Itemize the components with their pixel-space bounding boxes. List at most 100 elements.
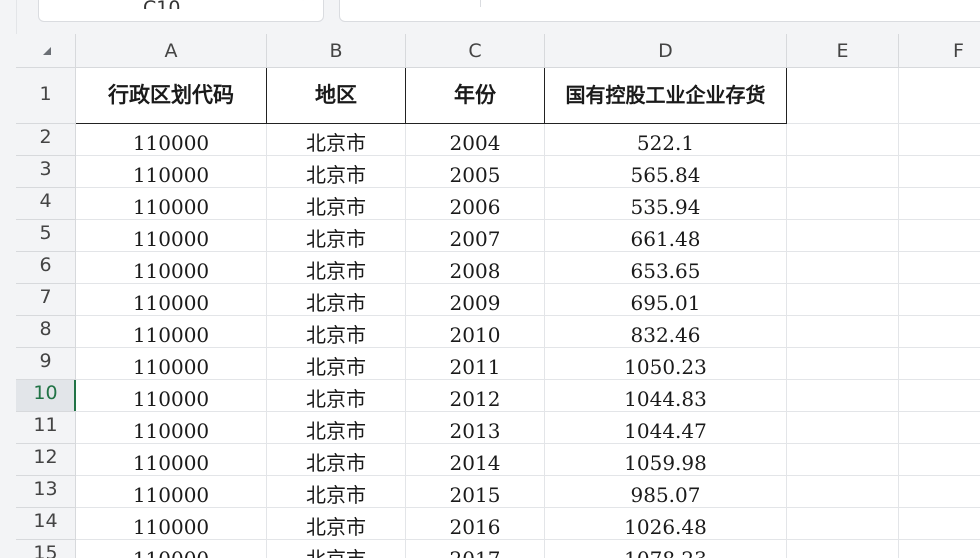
column-header-c[interactable]: C bbox=[406, 34, 545, 68]
cell-f6[interactable] bbox=[899, 252, 980, 284]
cell-a15[interactable]: 110000 bbox=[76, 540, 267, 558]
zoom-icon[interactable] bbox=[380, 0, 410, 7]
cell-d7[interactable]: 695.01 bbox=[545, 284, 787, 316]
cell-b13[interactable]: 北京市 bbox=[267, 476, 406, 508]
cell-f1[interactable] bbox=[899, 68, 980, 124]
cell-f10[interactable] bbox=[899, 380, 980, 412]
cell-b5[interactable]: 北京市 bbox=[267, 220, 406, 252]
cell-b15[interactable]: 北京市 bbox=[267, 540, 406, 558]
row-header-15[interactable]: 15 bbox=[16, 540, 76, 558]
cell-d3[interactable]: 565.84 bbox=[545, 156, 787, 188]
cell-e5[interactable] bbox=[787, 220, 899, 252]
cell-f11[interactable] bbox=[899, 412, 980, 444]
cell-b10[interactable]: 北京市 bbox=[267, 380, 406, 412]
row-header-4[interactable]: 4 bbox=[16, 188, 76, 220]
cell-f15[interactable] bbox=[899, 540, 980, 558]
column-header-f[interactable]: F bbox=[899, 34, 980, 68]
cell-f8[interactable] bbox=[899, 316, 980, 348]
column-header-a[interactable]: A bbox=[76, 34, 267, 68]
cell-d9[interactable]: 1050.23 bbox=[545, 348, 787, 380]
cell-d8[interactable]: 832.46 bbox=[545, 316, 787, 348]
cell-a10[interactable]: 110000 bbox=[76, 380, 267, 412]
cell-c2[interactable]: 2004 bbox=[406, 124, 545, 156]
cell-d11[interactable]: 1044.47 bbox=[545, 412, 787, 444]
fx-icon[interactable]: fx bbox=[432, 0, 458, 7]
cell-a8[interactable]: 110000 bbox=[76, 316, 267, 348]
row-header-13[interactable]: 13 bbox=[16, 476, 76, 508]
cell-b8[interactable]: 北京市 bbox=[267, 316, 406, 348]
cell-c11[interactable]: 2013 bbox=[406, 412, 545, 444]
formula-input[interactable]: fx bbox=[339, 0, 980, 22]
cell-e4[interactable] bbox=[787, 188, 899, 220]
cell-e3[interactable] bbox=[787, 156, 899, 188]
cell-f2[interactable] bbox=[899, 124, 980, 156]
cell-e2[interactable] bbox=[787, 124, 899, 156]
cell-b14[interactable]: 北京市 bbox=[267, 508, 406, 540]
cell-e11[interactable] bbox=[787, 412, 899, 444]
cell-f4[interactable] bbox=[899, 188, 980, 220]
cell-d2[interactable]: 522.1 bbox=[545, 124, 787, 156]
row-header-1[interactable]: 1 bbox=[16, 68, 76, 124]
cell-d14[interactable]: 1026.48 bbox=[545, 508, 787, 540]
cell-e15[interactable] bbox=[787, 540, 899, 558]
row-header-12[interactable]: 12 bbox=[16, 444, 76, 476]
cell-d1[interactable]: 国有控股工业企业存货 bbox=[545, 68, 787, 124]
cell-a7[interactable]: 110000 bbox=[76, 284, 267, 316]
cell-b6[interactable]: 北京市 bbox=[267, 252, 406, 284]
cell-a6[interactable]: 110000 bbox=[76, 252, 267, 284]
cell-a13[interactable]: 110000 bbox=[76, 476, 267, 508]
cell-e12[interactable] bbox=[787, 444, 899, 476]
cell-a11[interactable]: 110000 bbox=[76, 412, 267, 444]
column-header-d[interactable]: D bbox=[545, 34, 787, 68]
cell-a2[interactable]: 110000 bbox=[76, 124, 267, 156]
cell-d13[interactable]: 985.07 bbox=[545, 476, 787, 508]
cell-c12[interactable]: 2014 bbox=[406, 444, 545, 476]
cell-b1[interactable]: 地区 bbox=[267, 68, 406, 124]
cell-f5[interactable] bbox=[899, 220, 980, 252]
cell-e1[interactable] bbox=[787, 68, 899, 124]
row-header-9[interactable]: 9 bbox=[16, 348, 76, 380]
cell-c6[interactable]: 2008 bbox=[406, 252, 545, 284]
row-header-11[interactable]: 11 bbox=[16, 412, 76, 444]
cell-e7[interactable] bbox=[787, 284, 899, 316]
row-header-3[interactable]: 3 bbox=[16, 156, 76, 188]
cell-e8[interactable] bbox=[787, 316, 899, 348]
cell-f3[interactable] bbox=[899, 156, 980, 188]
cell-a5[interactable]: 110000 bbox=[76, 220, 267, 252]
cell-c8[interactable]: 2010 bbox=[406, 316, 545, 348]
cell-c3[interactable]: 2005 bbox=[406, 156, 545, 188]
cell-b9[interactable]: 北京市 bbox=[267, 348, 406, 380]
cell-f13[interactable] bbox=[899, 476, 980, 508]
cell-d6[interactable]: 653.65 bbox=[545, 252, 787, 284]
cell-e6[interactable] bbox=[787, 252, 899, 284]
cell-c14[interactable]: 2016 bbox=[406, 508, 545, 540]
cell-b11[interactable]: 北京市 bbox=[267, 412, 406, 444]
column-header-b[interactable]: B bbox=[267, 34, 406, 68]
cell-c10[interactable]: 2012 bbox=[406, 380, 545, 412]
cell-e9[interactable] bbox=[787, 348, 899, 380]
name-box[interactable]: C10 bbox=[38, 0, 324, 22]
cell-b7[interactable]: 北京市 bbox=[267, 284, 406, 316]
cell-a4[interactable]: 110000 bbox=[76, 188, 267, 220]
cell-b3[interactable]: 北京市 bbox=[267, 156, 406, 188]
select-all-corner[interactable] bbox=[16, 34, 76, 68]
row-header-6[interactable]: 6 bbox=[16, 252, 76, 284]
cell-c4[interactable]: 2006 bbox=[406, 188, 545, 220]
cell-d5[interactable]: 661.48 bbox=[545, 220, 787, 252]
cell-d15[interactable]: 1078.23 bbox=[545, 540, 787, 558]
cell-b2[interactable]: 北京市 bbox=[267, 124, 406, 156]
cell-c5[interactable]: 2007 bbox=[406, 220, 545, 252]
cell-d10[interactable]: 1044.83 bbox=[545, 380, 787, 412]
cell-a9[interactable]: 110000 bbox=[76, 348, 267, 380]
cell-f12[interactable] bbox=[899, 444, 980, 476]
cell-c15[interactable]: 2017 bbox=[406, 540, 545, 558]
cell-f7[interactable] bbox=[899, 284, 980, 316]
cell-a1[interactable]: 行政区划代码 bbox=[76, 68, 267, 124]
row-header-8[interactable]: 8 bbox=[16, 316, 76, 348]
row-header-2[interactable]: 2 bbox=[16, 124, 76, 156]
cell-e10[interactable] bbox=[787, 380, 899, 412]
cell-a3[interactable]: 110000 bbox=[76, 156, 267, 188]
row-header-14[interactable]: 14 bbox=[16, 508, 76, 540]
chevron-down-icon[interactable] bbox=[297, 0, 309, 3]
column-header-e[interactable]: E bbox=[787, 34, 899, 68]
